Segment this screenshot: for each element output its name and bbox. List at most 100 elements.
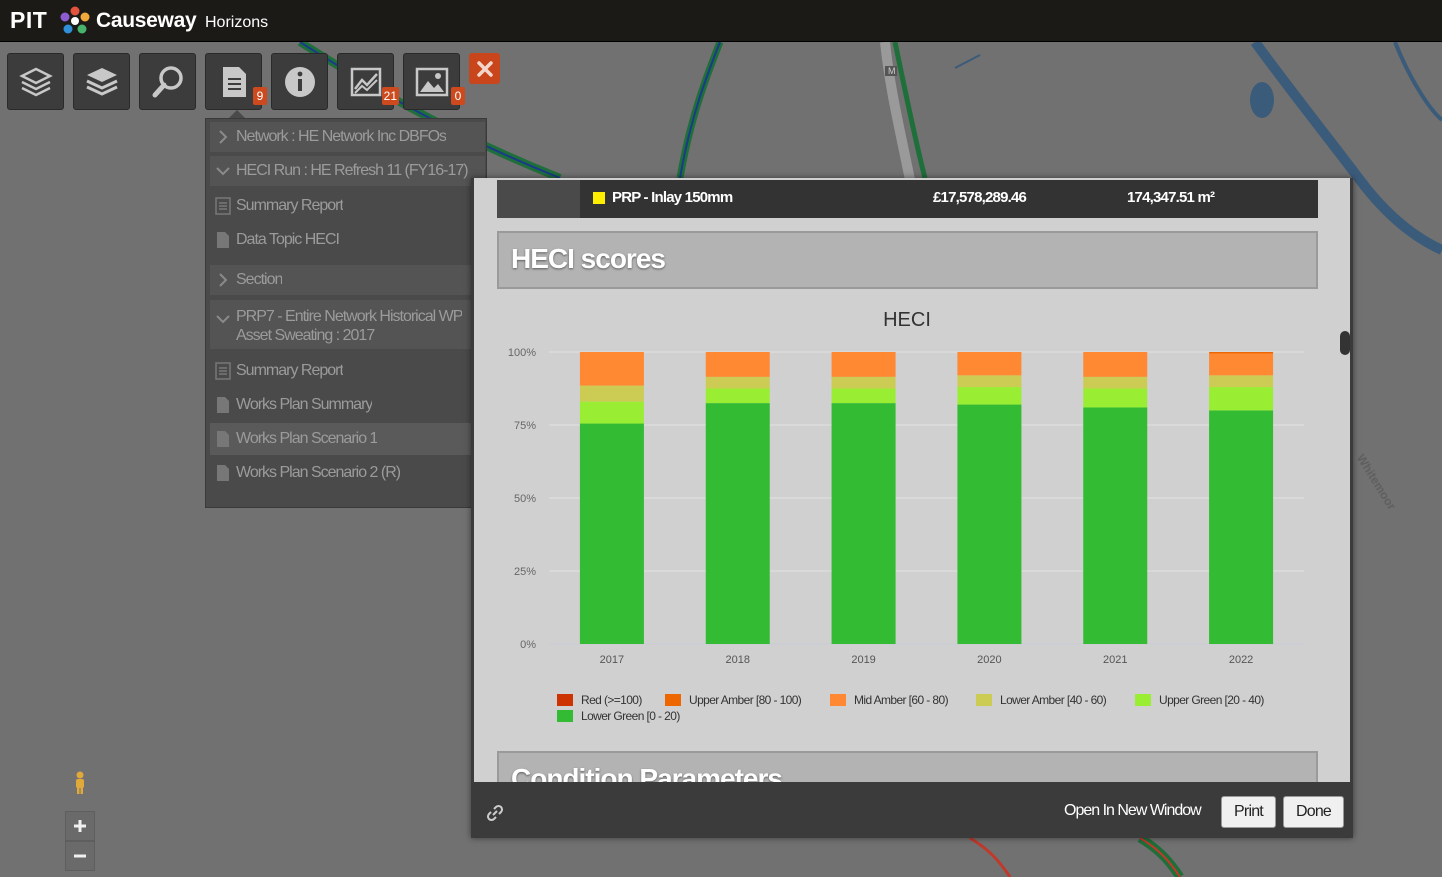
tree-item-summary-report-2-label: Summary Report: [236, 362, 343, 379]
bar-segment: [831, 376, 896, 389]
bar-segment: [705, 376, 770, 389]
search-tool[interactable]: [139, 53, 196, 110]
tree-node-section[interactable]: Section: [210, 265, 485, 295]
tree-item-works-plan-summary[interactable]: Works Plan Summary: [210, 389, 485, 421]
tree-node-heci-run[interactable]: HECI Run : HE Refresh 11 (FY16-17): [210, 156, 485, 186]
bar-segment: [579, 401, 644, 424]
reports-count-badge: 9: [253, 87, 267, 105]
layers-outline-icon: [18, 67, 53, 96]
bar-segment: [705, 388, 770, 404]
close-panel-button[interactable]: [469, 53, 500, 84]
chevron-right-icon: [210, 130, 236, 144]
pegman-icon: [76, 771, 84, 794]
plus-icon: [74, 820, 86, 832]
legend-label: Upper Green [20 - 40): [1159, 693, 1264, 707]
inlay-name: PRP - Inlay 150mm: [612, 189, 733, 206]
legend-label: Mid Amber [60 - 80): [854, 693, 949, 707]
report-content[interactable]: PRP - Inlay 150mm £17,578,289.46 174,347…: [474, 178, 1350, 782]
modal-scrollbar-thumb[interactable]: [1340, 331, 1350, 355]
link-icon[interactable]: [485, 803, 505, 823]
tree-node-prp7[interactable]: PRP7 - Entire Network Historical WP Asse…: [210, 300, 485, 349]
legend-swatch: [830, 694, 846, 706]
images-count-badge: 0: [451, 87, 465, 105]
brand-pit: PIT: [10, 7, 48, 33]
condition-parameters-section-header: Condition Parameters: [497, 751, 1318, 782]
document-small-icon: [210, 464, 236, 482]
tree-node-network-label: Network : HE Network Inc DBFOs: [236, 128, 447, 145]
document-icon: [222, 66, 246, 97]
inlay-color-swatch: [593, 192, 605, 204]
x-tick-label: 2019: [851, 654, 875, 666]
tree-item-works-plan-summary-label: Works Plan Summary: [236, 396, 373, 413]
legend-label: Upper Amber [80 - 100): [689, 693, 802, 707]
bar-segment: [1083, 376, 1148, 389]
tree-item-scenario-1[interactable]: Works Plan Scenario 1: [210, 423, 485, 455]
info-tool[interactable]: [271, 53, 328, 110]
top-bar: PIT Causeway Horizons: [0, 0, 1442, 42]
tree-item-data-topic[interactable]: Data Topic HECI: [210, 224, 485, 256]
condition-parameters-heading: Condition Parameters: [511, 763, 783, 782]
report-list-icon: [210, 197, 236, 215]
zoom-out-button[interactable]: [65, 841, 95, 871]
tree-item-summary-report-2[interactable]: Summary Report: [210, 355, 485, 387]
tree-item-scenario-2[interactable]: Works Plan Scenario 2 (R): [210, 457, 485, 489]
images-tool[interactable]: 0: [403, 53, 465, 110]
causeway-logo-icon: [60, 6, 90, 34]
y-tick-label: 75%: [514, 420, 536, 432]
bar-segment: [957, 387, 1022, 405]
chart-title: HECI: [883, 309, 931, 331]
charts-count-badge: 21: [381, 87, 399, 105]
heci-scores-heading: HECI scores: [511, 243, 666, 274]
chart-icon: [350, 67, 381, 96]
bar-segment: [579, 352, 644, 386]
bar-segment: [831, 403, 896, 644]
image-icon: [415, 67, 448, 96]
document-small-icon: [210, 396, 236, 414]
legend-swatch: [1135, 694, 1151, 706]
inlay-cost: £17,578,289.46: [933, 189, 1027, 206]
heci-scores-section-header: HECI scores: [497, 231, 1318, 289]
bar-segment: [831, 388, 896, 404]
layers-tool[interactable]: [73, 53, 130, 110]
bar-segment: [579, 385, 644, 402]
open-new-window-link[interactable]: Open In New Window: [1064, 802, 1202, 820]
bar-segment: [1209, 410, 1274, 644]
tree-node-heci-run-label: HECI Run : HE Refresh 11 (FY16-17): [236, 162, 468, 179]
minus-icon: [74, 854, 86, 858]
close-icon: [476, 60, 493, 77]
y-tick-label: 0%: [520, 639, 536, 651]
legend-label: Red (>=100): [581, 693, 642, 707]
x-tick-label: 2020: [977, 654, 1001, 666]
bar-segment: [957, 404, 1022, 644]
x-tick-label: 2017: [600, 654, 624, 666]
report-list-icon: [210, 362, 236, 380]
prp7-subtitle: Asset Sweating : 2017: [236, 327, 375, 344]
chevron-right-icon: [210, 273, 236, 287]
print-button[interactable]: Print: [1221, 796, 1276, 828]
info-icon: [284, 66, 315, 97]
tree-node-network[interactable]: Network : HE Network Inc DBFOs: [210, 122, 485, 152]
bar-segment: [705, 403, 770, 644]
search-icon: [152, 65, 183, 97]
inlay-row-lead-cell: [497, 180, 580, 218]
tree-item-scenario-1-label: Works Plan Scenario 1: [236, 430, 378, 447]
tree-item-scenario-2-label: Works Plan Scenario 2 (R): [236, 464, 401, 481]
inlay-summary-row: PRP - Inlay 150mm £17,578,289.46 174,347…: [497, 180, 1318, 218]
zoom-in-button[interactable]: [65, 811, 95, 841]
heci-chart: HECI 0% 25% 50% 75% 100% 2017 2018 2019 2020 2021 2…: [474, 298, 1350, 738]
layers-icon: [85, 67, 118, 96]
y-tick-label: 25%: [514, 566, 536, 578]
report-modal: PRP - Inlay 150mm £17,578,289.46 174,347…: [471, 178, 1353, 838]
tree-item-summary-report[interactable]: Summary Report: [210, 190, 485, 222]
legend-swatch: [557, 710, 573, 722]
street-view-pegman[interactable]: [65, 768, 95, 798]
reports-tool[interactable]: 9: [205, 53, 267, 110]
done-button[interactable]: Done: [1283, 796, 1344, 828]
charts-tool[interactable]: 21: [337, 53, 399, 110]
x-tick-label: 2022: [1229, 654, 1253, 666]
inlay-area: 174,347.51 m²: [1127, 189, 1215, 206]
layers-outline-tool[interactable]: [7, 53, 64, 110]
legend-swatch: [976, 694, 992, 706]
legend-swatch: [665, 694, 681, 706]
reports-side-panel: Network : HE Network Inc DBFOs HECI Run …: [205, 118, 487, 508]
